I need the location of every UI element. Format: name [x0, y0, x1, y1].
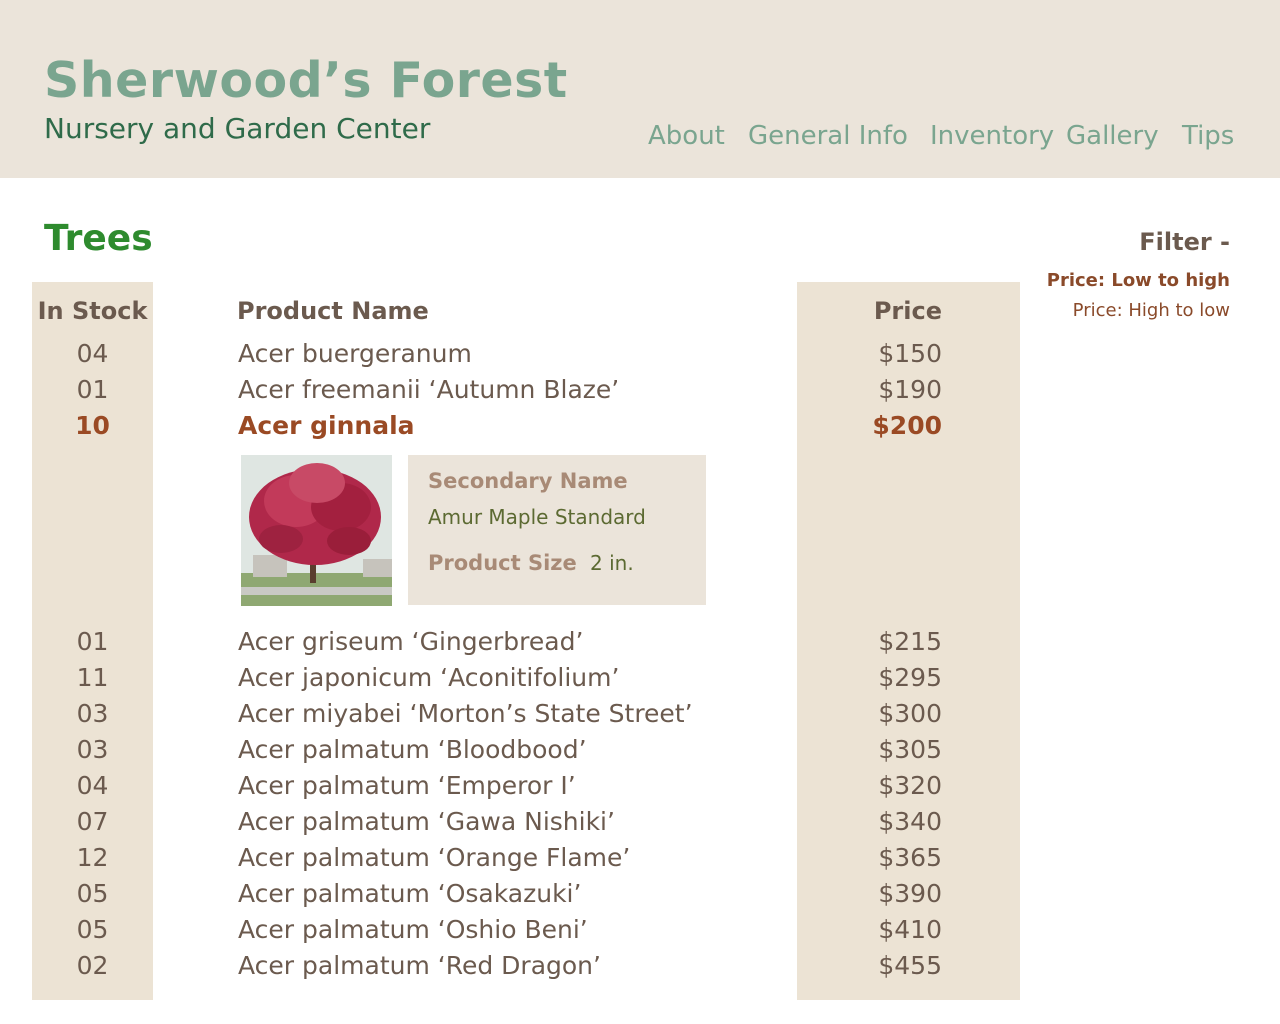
product-name-cell[interactable]: Acer palmatum ‘Emperor I’ — [238, 768, 576, 804]
price-cell: $300 — [878, 699, 942, 728]
header-in-stock: In Stock — [37, 297, 148, 325]
price-cell: $365 — [878, 843, 942, 872]
table-row[interactable]: 05 Acer palmatum ‘Osakazuki’ $390 — [0, 876, 1040, 912]
table-row[interactable]: 01 Acer griseum ‘Gingerbread’ $215 — [0, 624, 1040, 660]
stock-cell: 05 — [76, 879, 109, 908]
stock-cell: 02 — [76, 951, 109, 980]
product-name-cell[interactable]: Acer palmatum ‘Orange Flame’ — [238, 840, 630, 876]
header-price: Price — [873, 297, 942, 325]
table-row[interactable]: 12 Acer palmatum ‘Orange Flame’ $365 — [0, 840, 1040, 876]
tree-photo — [241, 455, 392, 606]
table-row[interactable]: 02 Acer palmatum ‘Red Dragon’ $455 — [0, 948, 1040, 984]
price-cell: $390 — [878, 879, 942, 908]
product-name-cell[interactable]: Acer buergeranum — [238, 336, 472, 372]
product-detail-card: Secondary Name Amur Maple Standard Produ… — [408, 455, 706, 605]
stock-cell: 05 — [76, 915, 109, 944]
stock-cell: 01 — [76, 627, 109, 656]
table-row[interactable]: 07 Acer palmatum ‘Gawa Nishiki’ $340 — [0, 804, 1040, 840]
price-cell: $340 — [878, 807, 942, 836]
nav-gallery[interactable]: Gallery — [1066, 120, 1159, 152]
filter-title[interactable]: Filter - — [1139, 228, 1230, 256]
table-row[interactable]: 03 Acer palmatum ‘Bloodbood’ $305 — [0, 732, 1040, 768]
stock-cell: 04 — [76, 771, 109, 800]
stock-cell: 12 — [76, 843, 109, 872]
price-cell: $295 — [878, 663, 942, 692]
table-row[interactable]: 10 Acer ginnala $200 — [0, 408, 1040, 444]
filter-price-low-to-high[interactable]: Price: Low to high — [1047, 270, 1230, 291]
price-cell: $190 — [878, 375, 942, 404]
stock-cell: 11 — [76, 663, 109, 692]
secondary-name-label: Secondary Name — [428, 469, 628, 493]
price-cell: $320 — [878, 771, 942, 800]
site-title[interactable]: Sherwood’s Forest — [44, 52, 568, 109]
nav-tips[interactable]: Tips — [1182, 120, 1234, 152]
price-cell: $200 — [872, 411, 942, 440]
product-name-cell[interactable]: Acer freemanii ‘Autumn Blaze’ — [238, 372, 619, 408]
stock-cell: 07 — [76, 807, 109, 836]
product-name-cell[interactable]: Acer miyabei ‘Morton’s State Street’ — [238, 696, 693, 732]
product-name-cell[interactable]: Acer palmatum ‘Gawa Nishiki’ — [238, 804, 615, 840]
header-product-name: Product Name — [237, 297, 429, 325]
product-name-cell[interactable]: Acer palmatum ‘Osakazuki’ — [238, 876, 581, 912]
stock-cell: 10 — [75, 411, 110, 440]
filter-price-high-to-low[interactable]: Price: High to low — [1073, 300, 1230, 321]
stock-cell: 04 — [76, 339, 109, 368]
stock-cell: 03 — [76, 735, 109, 764]
page-title: Trees — [44, 218, 153, 259]
secondary-name-value: Amur Maple Standard — [428, 505, 646, 529]
price-cell: $150 — [878, 339, 942, 368]
product-name-cell[interactable]: Acer palmatum ‘Red Dragon’ — [238, 948, 601, 984]
product-size-label: Product Size — [428, 551, 577, 575]
product-size-value: 2 in. — [590, 551, 634, 575]
table-row[interactable]: 04 Acer buergeranum $150 — [0, 336, 1040, 372]
price-cell: $455 — [878, 951, 942, 980]
product-name-cell[interactable]: Acer griseum ‘Gingerbread’ — [238, 624, 583, 660]
stock-cell: 03 — [76, 699, 109, 728]
nav-inventory[interactable]: Inventory — [930, 120, 1054, 152]
table-row[interactable]: 04 Acer palmatum ‘Emperor I’ $320 — [0, 768, 1040, 804]
product-name-cell[interactable]: Acer japonicum ‘Aconitifolium’ — [238, 660, 619, 696]
table-row[interactable]: 01 Acer freemanii ‘Autumn Blaze’ $190 — [0, 372, 1040, 408]
product-name-cell[interactable]: Acer palmatum ‘Bloodbood’ — [238, 732, 587, 768]
product-name-cell[interactable]: Acer ginnala — [238, 408, 415, 444]
table-row[interactable]: 05 Acer palmatum ‘Oshio Beni’ $410 — [0, 912, 1040, 948]
price-cell: $215 — [878, 627, 942, 656]
table-row[interactable]: 03 Acer miyabei ‘Morton’s State Street’ $3… — [0, 696, 1040, 732]
product-name-cell[interactable]: Acer palmatum ‘Oshio Beni’ — [238, 912, 588, 948]
site-header: Sherwood’s Forest Nursery and Garden Cen… — [0, 0, 1280, 178]
nav-general-info[interactable]: General Info — [748, 120, 908, 152]
site-subtitle: Nursery and Garden Center — [44, 112, 431, 145]
price-cell: $305 — [878, 735, 942, 764]
stock-cell: 01 — [76, 375, 109, 404]
price-cell: $410 — [878, 915, 942, 944]
nav-about[interactable]: About — [648, 120, 725, 152]
table-row[interactable]: 11 Acer japonicum ‘Aconitifolium’ $295 — [0, 660, 1040, 696]
